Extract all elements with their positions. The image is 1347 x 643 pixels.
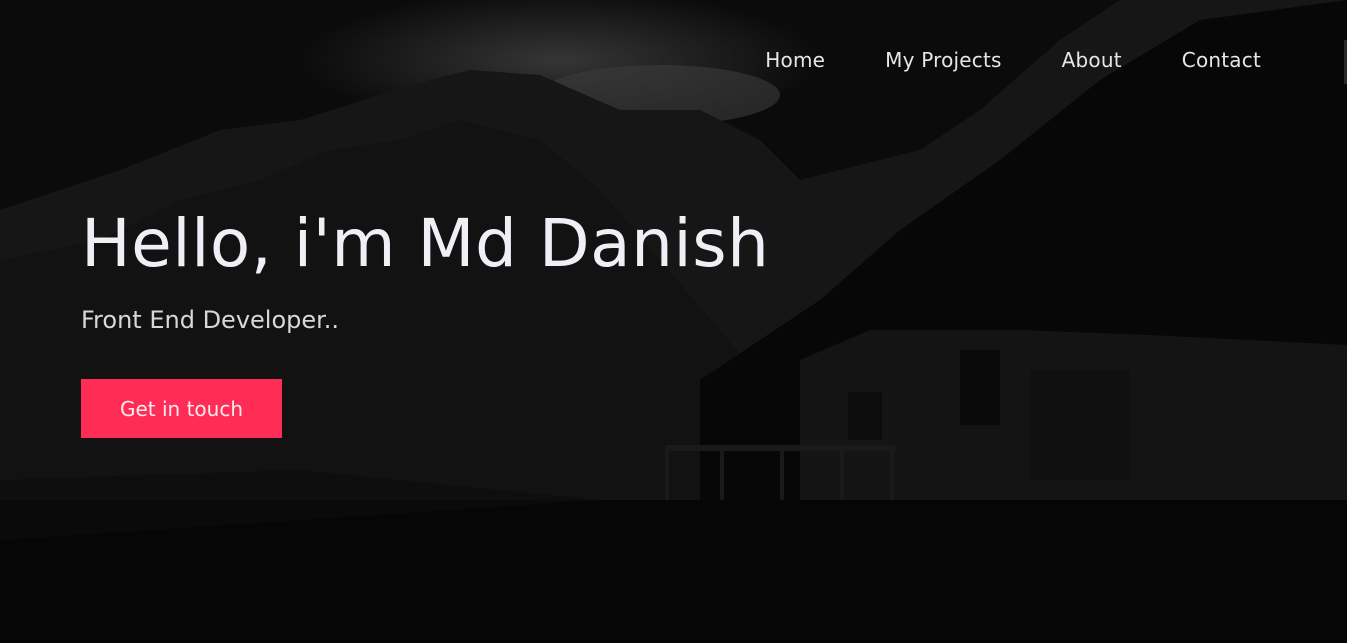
main-navigation: Home My Projects About Contact bbox=[765, 44, 1261, 76]
nav-link-about[interactable]: About bbox=[1062, 44, 1122, 76]
nav-link-home[interactable]: Home bbox=[765, 44, 825, 76]
hero-title: Hello, i'm Md Danish bbox=[81, 205, 770, 282]
nav-link-contact[interactable]: Contact bbox=[1182, 44, 1261, 76]
nav-link-my-projects[interactable]: My Projects bbox=[885, 44, 1002, 76]
hero-section: Home My Projects About Contact Hello, i'… bbox=[0, 0, 1347, 643]
get-in-touch-button[interactable]: Get in touch bbox=[81, 379, 282, 438]
hero-subtitle: Front End Developer.. bbox=[81, 306, 340, 334]
